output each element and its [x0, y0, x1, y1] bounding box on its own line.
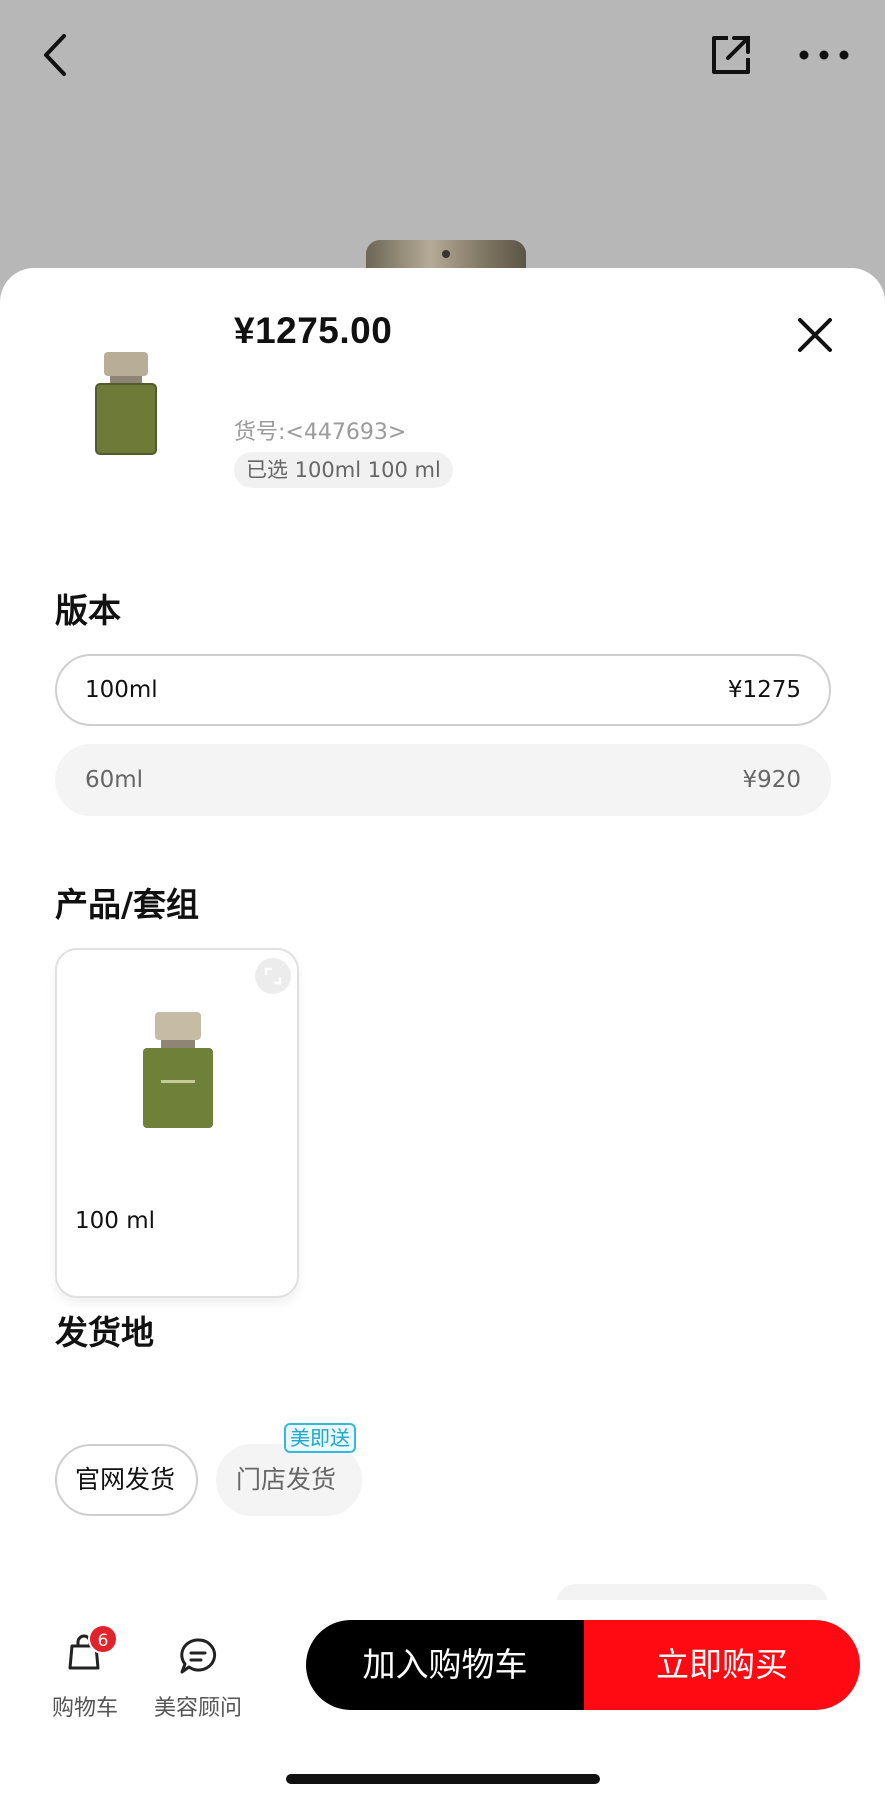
close-icon — [798, 318, 832, 352]
back-button[interactable] — [36, 30, 76, 80]
version-option-price: ¥920 — [742, 767, 801, 793]
product-thumbnail — [90, 348, 162, 458]
selected-summary: 已选 100ml 100 ml — [234, 452, 453, 488]
version-option-label: 60ml — [85, 767, 144, 793]
more-dots-icon — [799, 50, 849, 60]
home-indicator — [286, 1774, 600, 1784]
add-to-cart-button[interactable]: 加入购物车 — [306, 1620, 584, 1710]
shipping-option-official[interactable]: 官网发货 — [55, 1444, 198, 1516]
product-sku: 货号:<447693> — [234, 420, 407, 445]
buy-now-button[interactable]: 立即购买 — [584, 1620, 860, 1710]
version-option-60ml[interactable]: 60ml ¥920 — [55, 744, 831, 816]
product-price: ¥1275.00 — [234, 310, 393, 351]
sku-selector-sheet: ¥1275.00 货号:<447693> 已选 100ml 100 ml 版本 … — [0, 268, 885, 1805]
cart-label: 购物车 — [51, 1696, 118, 1721]
version-title: 版本 — [55, 591, 121, 630]
shipping-option-store[interactable]: 门店发货 — [216, 1444, 362, 1516]
close-button[interactable] — [794, 314, 836, 356]
expand-icon[interactable] — [255, 958, 291, 994]
instant-delivery-badge: 美即送 — [284, 1423, 356, 1453]
product-card-label: 100 ml — [75, 1208, 156, 1234]
version-option-price: ¥1275 — [727, 677, 801, 703]
cart-count-badge: 6 — [88, 1624, 118, 1654]
version-option-100ml[interactable]: 100ml ¥1275 — [55, 654, 831, 726]
top-bar — [0, 0, 885, 110]
product-image — [139, 1010, 217, 1130]
share-icon — [712, 36, 750, 74]
beauty-advisor-label: 美容顾问 — [153, 1696, 242, 1721]
product-card-100ml[interactable]: 100 ml — [55, 948, 299, 1298]
product-set-title: 产品/套组 — [55, 885, 200, 924]
share-button[interactable] — [706, 30, 756, 80]
version-option-label: 100ml — [85, 677, 158, 703]
chevron-left-icon — [44, 34, 66, 76]
more-button[interactable] — [796, 38, 852, 72]
beauty-advisor-button[interactable]: 美容顾问 — [146, 1614, 250, 1721]
chat-bubble-icon — [180, 1638, 217, 1674]
cart-button[interactable]: 6 购物车 — [42, 1614, 128, 1721]
shipping-title: 发货地 — [55, 1313, 154, 1352]
